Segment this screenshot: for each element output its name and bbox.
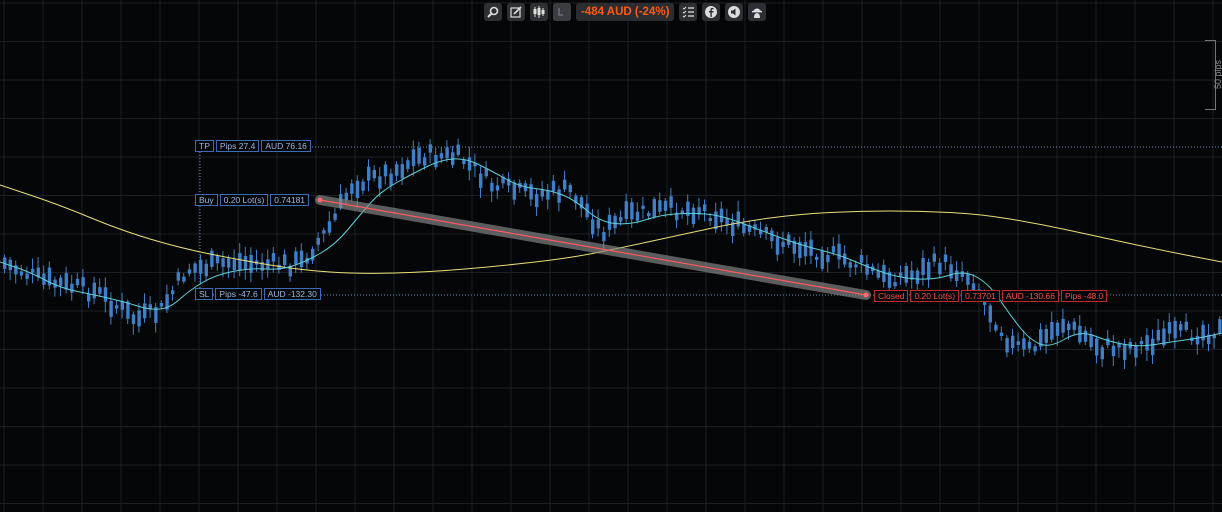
- tag-icon[interactable]: [553, 3, 571, 21]
- profile-icon[interactable]: [748, 3, 767, 21]
- closed-amount: AUD -130.66: [1001, 290, 1059, 302]
- trade-entry-marker[interactable]: [317, 197, 323, 203]
- closed-label[interactable]: Closed 0.20 Lot(s) 0.73701 AUD -130.66 P…: [874, 290, 1108, 302]
- tp-pips: Pips 27.4: [215, 140, 260, 152]
- price-chart[interactable]: [0, 0, 1222, 512]
- list-icon[interactable]: [679, 3, 698, 21]
- closed-pips: Pips -48.0: [1060, 290, 1108, 302]
- sl-amount: AUD -132.30: [263, 288, 321, 300]
- chart-grid: [0, 0, 1222, 512]
- buy-price: 0.74181: [270, 194, 310, 206]
- zoom-icon[interactable]: [484, 3, 502, 21]
- closed-type: Closed: [874, 290, 909, 302]
- pip-scale-label: 50 pips: [1213, 60, 1222, 90]
- candlestick-icon[interactable]: [530, 3, 548, 21]
- buy-type: Buy: [195, 194, 218, 206]
- chart-toolbar: -484 AUD (-24%): [484, 3, 767, 21]
- trade-exit-marker[interactable]: [863, 292, 869, 298]
- closed-lots: 0.20 Lot(s): [910, 290, 960, 302]
- sound-icon[interactable]: [725, 3, 744, 21]
- closed-price: 0.73701: [961, 290, 1000, 302]
- tp-label[interactable]: TP Pips 27.4 AUD 76.16: [195, 140, 311, 152]
- sl-type: SL: [195, 288, 214, 300]
- buy-label[interactable]: Buy 0.20 Lot(s) 0.74181: [195, 194, 310, 206]
- facebook-icon[interactable]: [702, 3, 721, 21]
- buy-lots: 0.20 Lot(s): [219, 194, 269, 206]
- pnl-readout: -484 AUD (-24%): [576, 3, 675, 21]
- tp-type: TP: [195, 140, 214, 152]
- sl-pips: Pips -47.6: [215, 288, 262, 300]
- edit-chart-icon[interactable]: [507, 3, 525, 21]
- tp-amount: AUD 76.16: [261, 140, 311, 152]
- sl-label[interactable]: SL Pips -47.6 AUD -132.30: [195, 288, 321, 300]
